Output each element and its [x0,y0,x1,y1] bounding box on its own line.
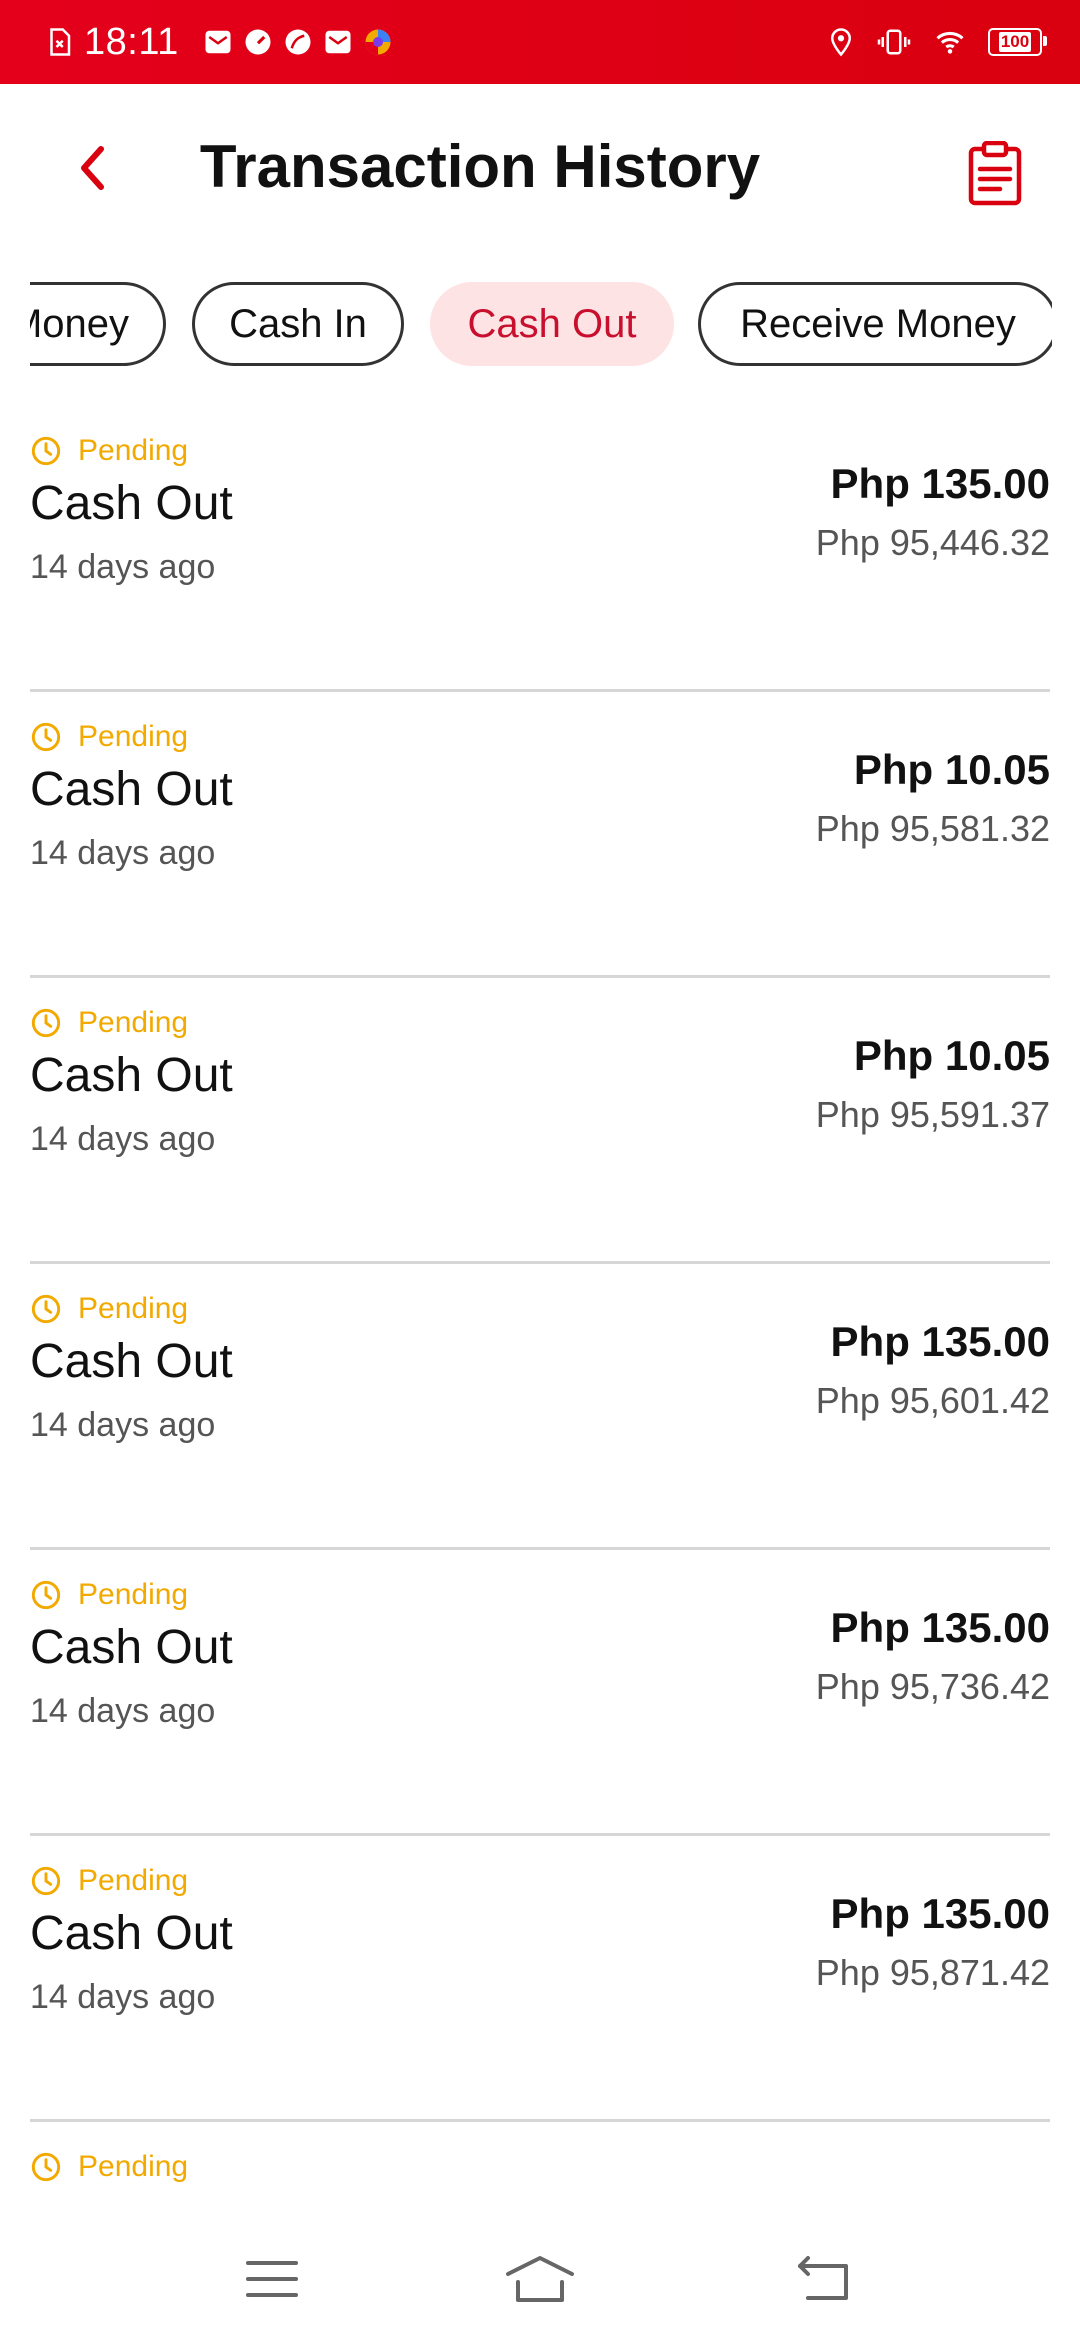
transaction-balance: Php 95,581.32 [815,808,1050,849]
status-bar: 18:11 100 [0,0,1080,84]
transaction-row[interactable]: Pending Cash Out 14 days ago Php 135.00 … [30,1550,1050,1836]
transaction-balance: Php 95,871.42 [815,1952,1050,1993]
tab-receive-money-label: Receive Money [740,301,1016,346]
system-navigation-bar [0,2220,1080,2340]
tab-cash-out[interactable]: Cash Out [430,282,674,366]
page-title: Transaction History [199,133,761,200]
transaction-amount: Php 135.00 [830,1604,1050,1651]
status-pending: Pending [30,1578,188,1612]
transaction-amount: Php 135.00 [830,1318,1050,1365]
transaction-amount: Php 135.00 [830,460,1050,507]
transaction-amount: Php 10.05 [853,746,1050,793]
clock-time: 18:11 [84,20,179,63]
status-label: Pending [78,1578,189,1611]
tab-money[interactable]: Money [30,282,166,366]
transaction-time: 14 days ago [30,1120,216,1158]
status-pending: Pending [30,1864,188,1898]
speedometer-icon [245,29,271,55]
app-header: Transaction History [0,84,1080,252]
battery-icon: 100 [988,28,1047,56]
transaction-time: 14 days ago [30,1406,216,1444]
transaction-list: Pending Cash Out 14 days ago Php 135.00 … [30,406,1050,2242]
clock-icon [31,1866,61,1896]
location-icon [830,28,852,57]
clock-icon [31,722,61,752]
tab-cash-out-label: Cash Out [467,301,637,346]
transaction-type: Cash Out [30,1621,233,1674]
clock-icon [31,436,61,466]
transaction-row[interactable]: Pending Cash Out 14 days ago Php 10.05 P… [30,978,1050,1264]
status-label: Pending [78,2150,189,2183]
tab-receive-money[interactable]: Receive Money [698,282,1052,366]
sim-missing-icon [50,28,71,56]
transaction-row[interactable]: Pending Cash Out 14 days ago Php 135.00 … [30,1836,1050,2122]
status-pending: Pending [30,1292,188,1326]
status-label: Pending [78,1006,189,1039]
status-pending: Pending [30,2150,188,2184]
battery-level: 100 [998,32,1032,52]
home-button[interactable] [500,2244,580,2314]
reports-button[interactable] [960,136,1030,212]
mail-icon [325,30,351,54]
wifi-icon [936,31,964,54]
transaction-time: 14 days ago [30,1978,216,2016]
vibrate-icon [877,29,911,55]
tab-cash-in[interactable]: Cash In [192,282,404,366]
transaction-balance: Php 95,446.32 [815,522,1050,563]
back-nav-button[interactable] [784,2244,864,2314]
transaction-amount: Php 10.05 [853,1032,1050,1079]
back-icon [798,2256,848,2300]
clipboard-icon [968,141,1022,206]
transaction-type: Cash Out [30,763,233,816]
clock-icon [31,1580,61,1610]
status-pending: Pending [30,720,188,754]
transaction-amount: Php 135.00 [830,1890,1050,1937]
transaction-time: 14 days ago [30,1692,216,1730]
clock-icon [31,1294,61,1324]
clock-icon [31,2152,61,2182]
status-label: Pending [78,1292,189,1325]
transaction-type: Cash Out [30,1335,233,1388]
menu-button[interactable] [232,2244,312,2314]
menu-icon [246,2261,298,2297]
transaction-row[interactable]: Pending Cash Out 14 days ago Php 135.00 … [30,406,1050,692]
filter-tabs: Money Cash In Cash Out Receive Money [30,280,1052,374]
tab-cash-in-label: Cash In [229,301,367,346]
transaction-type: Cash Out [30,1049,233,1102]
transaction-type: Cash Out [30,477,233,530]
transaction-row[interactable]: Pending Cash Out 14 days ago Php 135.00 … [30,1264,1050,1550]
status-label: Pending [78,720,189,753]
transaction-balance: Php 95,591.37 [815,1094,1050,1135]
tab-money-label: Money [30,301,129,346]
transaction-row[interactable]: Pending Cash Out 14 days ago Php 10.05 P… [30,692,1050,978]
transaction-balance: Php 95,736.42 [815,1666,1050,1707]
transaction-time: 14 days ago [30,834,216,872]
clock-icon [31,1008,61,1038]
home-icon [506,2256,574,2302]
browser-icon [365,29,391,55]
status-pending: Pending [30,434,188,468]
transaction-balance: Php 95,601.42 [815,1380,1050,1421]
transaction-type: Cash Out [30,1907,233,1960]
leaf-icon [285,29,311,55]
status-label: Pending [78,434,189,467]
status-pending: Pending [30,1006,188,1040]
mail-icon [205,30,231,54]
status-label: Pending [78,1864,189,1897]
transaction-time: 14 days ago [30,548,216,586]
